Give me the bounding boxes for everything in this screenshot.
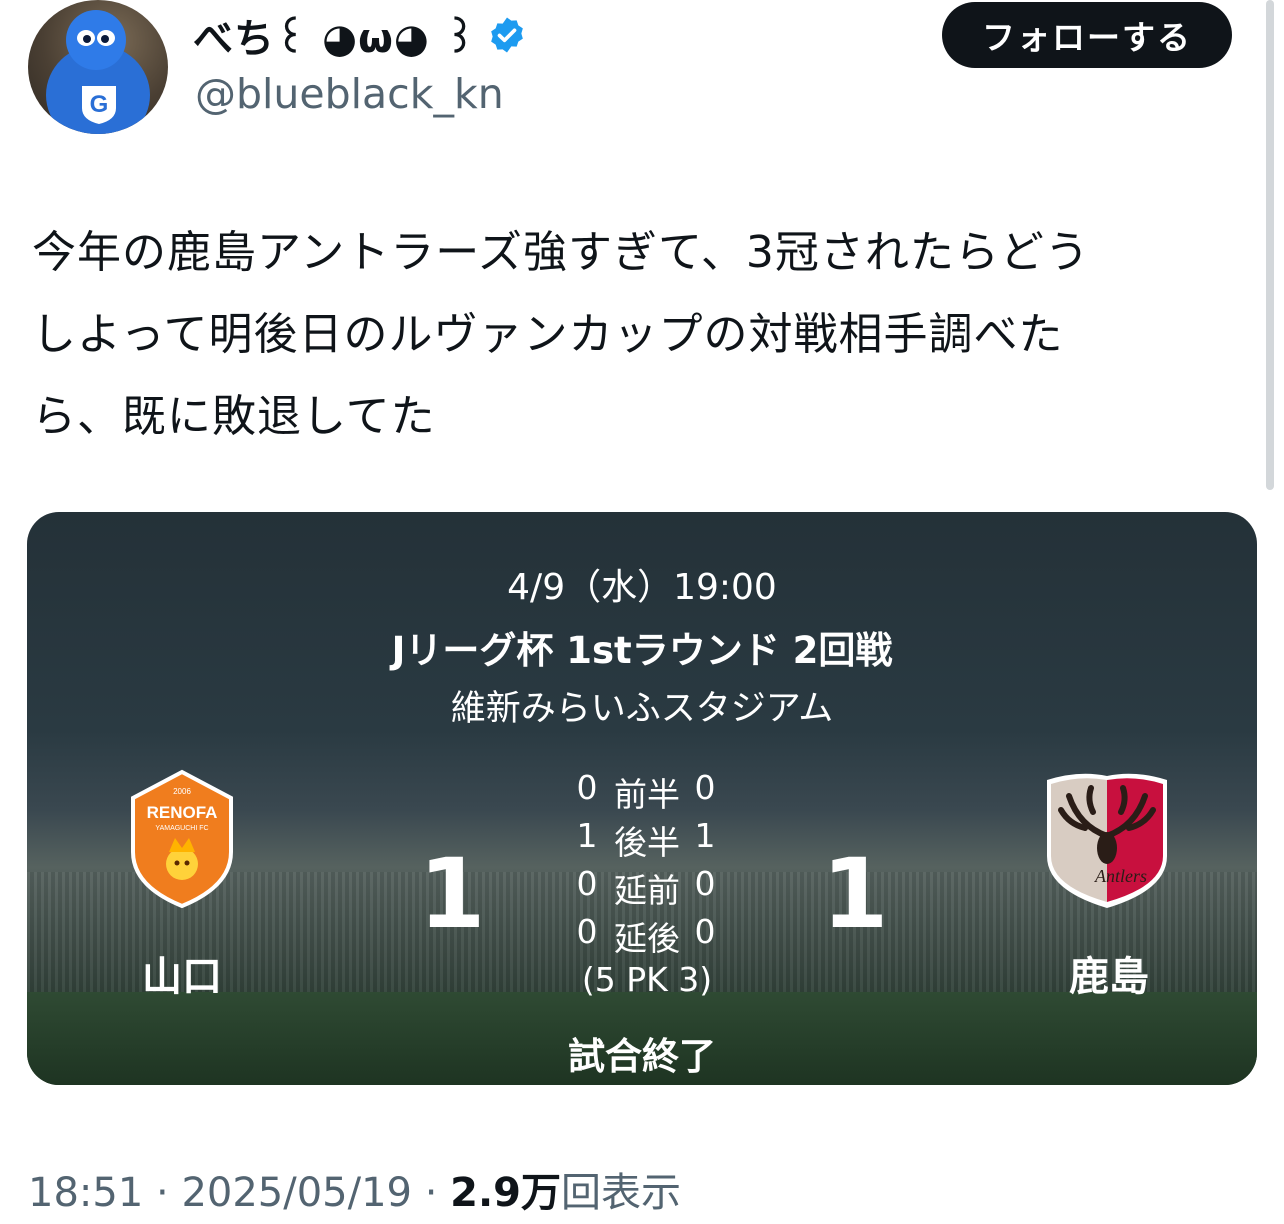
match-venue: 維新みらいふスタジアム bbox=[450, 689, 834, 729]
match-status: 試合終了 bbox=[568, 1035, 716, 1078]
views-count[interactable]: 2.9万 bbox=[450, 1170, 561, 1216]
verified-badge-icon bbox=[491, 17, 523, 53]
tweet-date[interactable]: 2025/05/19 bbox=[181, 1170, 412, 1216]
crest-name: RENOFA bbox=[147, 803, 218, 822]
match-date: 4/9（水）19:00 bbox=[507, 567, 777, 608]
separator-dot: · bbox=[156, 1170, 169, 1216]
author-display-name[interactable]: べち꒰ ◕ω◕ ꒱ bbox=[193, 6, 477, 64]
crest-sub: YAMAGUCHI FC bbox=[155, 825, 208, 832]
tweet-text: 今年の鹿島アントラーズ強すぎて、3冠されたらどう しよって明後日のルヴァンカップ… bbox=[32, 212, 1237, 458]
period-away-score: 0 bbox=[694, 864, 716, 903]
views-value: 2.9 bbox=[450, 1170, 521, 1216]
follow-button[interactable]: フォローする bbox=[942, 2, 1232, 68]
period-away-score: 0 bbox=[694, 768, 716, 807]
kashima-antlers-crest-icon: Antlers bbox=[1039, 766, 1175, 916]
period-row: 0 前半 0 bbox=[527, 768, 767, 816]
period-row: 1 後半 1 bbox=[527, 816, 767, 864]
period-label: 延前 bbox=[614, 871, 680, 910]
views-label: 回表示 bbox=[561, 1170, 681, 1216]
away-score: 1 bbox=[821, 838, 889, 950]
tweet-text-line: ら、既に敗退してた bbox=[32, 391, 436, 442]
author-handle[interactable]: @blueblack_kn bbox=[195, 70, 504, 118]
tweet-meta: 18:51 · 2025/05/19 · 2.9万回表示 bbox=[28, 1160, 681, 1218]
period-home-score: 0 bbox=[576, 912, 598, 951]
period-label: 後半 bbox=[614, 823, 680, 862]
period-row: 0 延前 0 bbox=[527, 864, 767, 912]
period-label: 前半 bbox=[614, 775, 680, 814]
separator-dot: · bbox=[424, 1170, 438, 1216]
tweet-text-line: しよって明後日のルヴァンカップの対戦相手調べた bbox=[32, 309, 1064, 360]
scrollbar[interactable] bbox=[1266, 0, 1274, 490]
period-scores: 0 前半 0 1 後半 1 0 延前 0 0 延後 0 (5 PK 3) bbox=[527, 768, 767, 999]
penalty-shootout-score: (5 PK 3) bbox=[581, 960, 713, 999]
away-team-name: 鹿島 bbox=[1069, 954, 1149, 1000]
home-team-name: 山口 bbox=[142, 954, 222, 1000]
author-name-row[interactable]: べち꒰ ◕ω◕ ꒱ bbox=[193, 6, 527, 64]
svg-text:G: G bbox=[90, 91, 109, 118]
tweet-media-image[interactable]: 4/9（水）19:00 Jリーグ杯 1stラウンド 2回戦 維新みらいふスタジア… bbox=[27, 512, 1257, 1085]
period-home-score: 1 bbox=[576, 816, 598, 855]
match-competition: Jリーグ杯 1stラウンド 2回戦 bbox=[391, 629, 893, 672]
period-label: 延後 bbox=[614, 919, 680, 958]
views-unit: 万 bbox=[521, 1170, 561, 1216]
period-home-score: 0 bbox=[576, 864, 598, 903]
renofa-yamaguchi-crest-icon: 2006 RENOFA YAMAGUCHI FC bbox=[127, 768, 237, 914]
avatar[interactable]: G bbox=[28, 0, 168, 134]
period-home-score: 0 bbox=[576, 768, 598, 807]
period-row: 0 延後 0 bbox=[527, 912, 767, 960]
crest-year: 2006 bbox=[173, 787, 191, 796]
crest-name: Antlers bbox=[1094, 866, 1147, 886]
tweet-text-line: 今年の鹿島アントラーズ強すぎて、3冠されたらどう bbox=[32, 227, 1090, 278]
blue-mascot-avatar-icon: G bbox=[46, 10, 150, 134]
period-away-score: 0 bbox=[694, 912, 716, 951]
home-score: 1 bbox=[418, 838, 486, 950]
tweet-time[interactable]: 18:51 bbox=[28, 1170, 143, 1216]
period-away-score: 1 bbox=[694, 816, 716, 855]
